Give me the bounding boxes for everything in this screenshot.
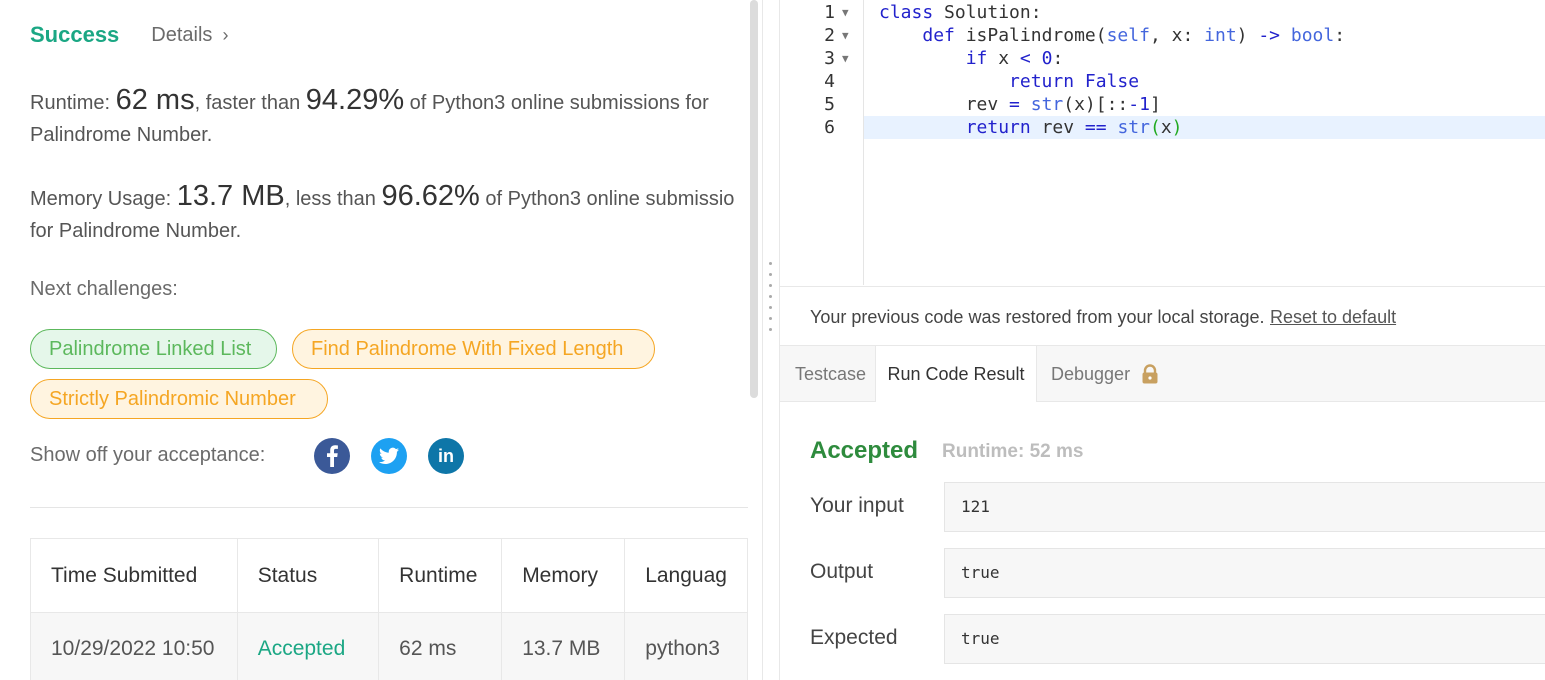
memory-percentile: 96.62% bbox=[381, 180, 480, 212]
col-time-submitted[interactable]: Time Submitted bbox=[30, 538, 238, 613]
details-link[interactable]: Details › bbox=[151, 24, 228, 47]
output-value: true bbox=[944, 548, 1545, 598]
tab-debugger[interactable]: Debugger bbox=[1051, 346, 1160, 402]
code-line[interactable]: class Solution: bbox=[879, 1, 1042, 24]
memory-mid-text: , less than bbox=[284, 188, 376, 210]
line-number: 6 bbox=[824, 117, 835, 138]
runtime-tail-text: of Python3 online submissions for bbox=[404, 92, 709, 114]
console-tabs: Testcase Run Code Result Debugger bbox=[780, 346, 1545, 402]
chevron-right-icon: › bbox=[222, 24, 229, 45]
code-line[interactable]: return rev == str(x) bbox=[879, 116, 1183, 139]
runtime-mid-text: , faster than bbox=[194, 92, 301, 114]
memory-tail-text: of Python3 online submissio bbox=[479, 188, 735, 210]
runtime-percentile: 94.29% bbox=[305, 84, 405, 116]
twitter-icon[interactable] bbox=[371, 438, 407, 474]
fold-arrow-icon[interactable]: ▼ bbox=[842, 1, 849, 24]
facebook-icon[interactable] bbox=[314, 438, 350, 474]
cell-time: 10/29/2022 10:50 bbox=[30, 612, 238, 680]
col-status[interactable]: Status bbox=[236, 538, 380, 613]
pane-resize-handle[interactable] bbox=[762, 0, 780, 680]
code-line[interactable]: return False bbox=[879, 70, 1139, 93]
code-editor[interactable]: 1 ▼ 2 ▼ 3 ▼ 4 5 6 class Solution: def is… bbox=[780, 0, 1545, 285]
line-number: 2 bbox=[824, 25, 835, 46]
submissions-table: Time Submitted Status Runtime Memory Lan… bbox=[30, 538, 748, 680]
memory-value: 13.7 MB bbox=[176, 180, 285, 212]
expected-label: Expected bbox=[810, 626, 898, 649]
challenge-chip-find-palindrome-fixed-length[interactable]: Find Palindrome With Fixed Length bbox=[292, 329, 655, 369]
fold-arrow-icon[interactable]: ▼ bbox=[842, 24, 849, 47]
col-language[interactable]: Languag bbox=[624, 538, 748, 613]
code-line[interactable]: def isPalindrome(self, x: int) -> bool: bbox=[879, 24, 1345, 47]
memory-label: Memory Usage: bbox=[30, 188, 172, 210]
drag-dots-icon bbox=[769, 262, 772, 331]
tab-debugger-label: Debugger bbox=[1051, 364, 1131, 384]
runtime-label: Runtime: bbox=[30, 92, 111, 114]
col-memory[interactable]: Memory bbox=[501, 538, 626, 613]
runtime-stat: Runtime: 62 ms, faster than 94.29% of Py… bbox=[30, 84, 748, 151]
run-result-status: Accepted bbox=[810, 437, 919, 464]
runtime-problem-name: Palindrome Number. bbox=[30, 124, 213, 146]
table-row: 10/29/2022 10:50 Accepted 62 ms 13.7 MB … bbox=[30, 612, 748, 680]
fold-arrow-icon[interactable]: ▼ bbox=[842, 47, 849, 70]
cell-status-link[interactable]: Accepted bbox=[236, 612, 380, 680]
challenge-chip-palindrome-linked-list[interactable]: Palindrome Linked List bbox=[30, 329, 277, 369]
cell-memory: 13.7 MB bbox=[501, 612, 626, 680]
col-runtime[interactable]: Runtime bbox=[378, 538, 503, 613]
expected-value: true bbox=[944, 614, 1545, 664]
line-number: 4 bbox=[824, 71, 835, 92]
linkedin-icon[interactable]: in bbox=[428, 438, 464, 474]
runtime-value: 62 ms bbox=[115, 84, 195, 116]
memory-problem-name: for Palindrome Number. bbox=[30, 220, 242, 242]
cell-runtime: 62 ms bbox=[378, 612, 503, 680]
restore-message: Your previous code was restored from you… bbox=[810, 307, 1265, 327]
result-header: Success Details › bbox=[30, 22, 228, 48]
lock-icon bbox=[1142, 364, 1158, 384]
left-pane-scrollbar[interactable] bbox=[750, 0, 758, 398]
line-number: 5 bbox=[824, 94, 835, 115]
code-line[interactable]: if x < 0: bbox=[879, 47, 1064, 70]
details-label: Details bbox=[151, 23, 213, 46]
run-result-runtime: Runtime: 52 ms bbox=[942, 441, 1084, 462]
next-challenges-label: Next challenges: bbox=[30, 278, 178, 300]
tab-run-code-result[interactable]: Run Code Result bbox=[875, 346, 1037, 402]
code-line[interactable]: rev = str(x)[::-1] bbox=[879, 93, 1161, 116]
line-number-gutter: 1 ▼ 2 ▼ 3 ▼ 4 5 6 bbox=[780, 0, 864, 285]
success-status: Success bbox=[30, 22, 120, 47]
line-number: 1 bbox=[824, 2, 835, 23]
your-input-label: Your input bbox=[810, 494, 904, 517]
line-number: 3 bbox=[824, 48, 835, 69]
section-divider bbox=[30, 507, 748, 508]
restore-notice-bar: Your previous code was restored from you… bbox=[780, 286, 1545, 346]
cell-language: python3 bbox=[624, 612, 748, 680]
tab-testcase[interactable]: Testcase bbox=[795, 346, 866, 402]
submission-detail-pane: Success Details › Runtime: 62 ms, faster… bbox=[0, 0, 748, 680]
challenge-chip-strictly-palindromic-number[interactable]: Strictly Palindromic Number bbox=[30, 379, 328, 419]
your-input-value: 121 bbox=[944, 482, 1545, 532]
table-header-row: Time Submitted Status Runtime Memory Lan… bbox=[30, 538, 748, 613]
reset-to-default-link[interactable]: Reset to default bbox=[1270, 307, 1396, 328]
output-label: Output bbox=[810, 560, 874, 583]
memory-stat: Memory Usage: 13.7 MB, less than 96.62% … bbox=[30, 180, 748, 247]
share-label: Show off your acceptance: bbox=[30, 444, 266, 466]
